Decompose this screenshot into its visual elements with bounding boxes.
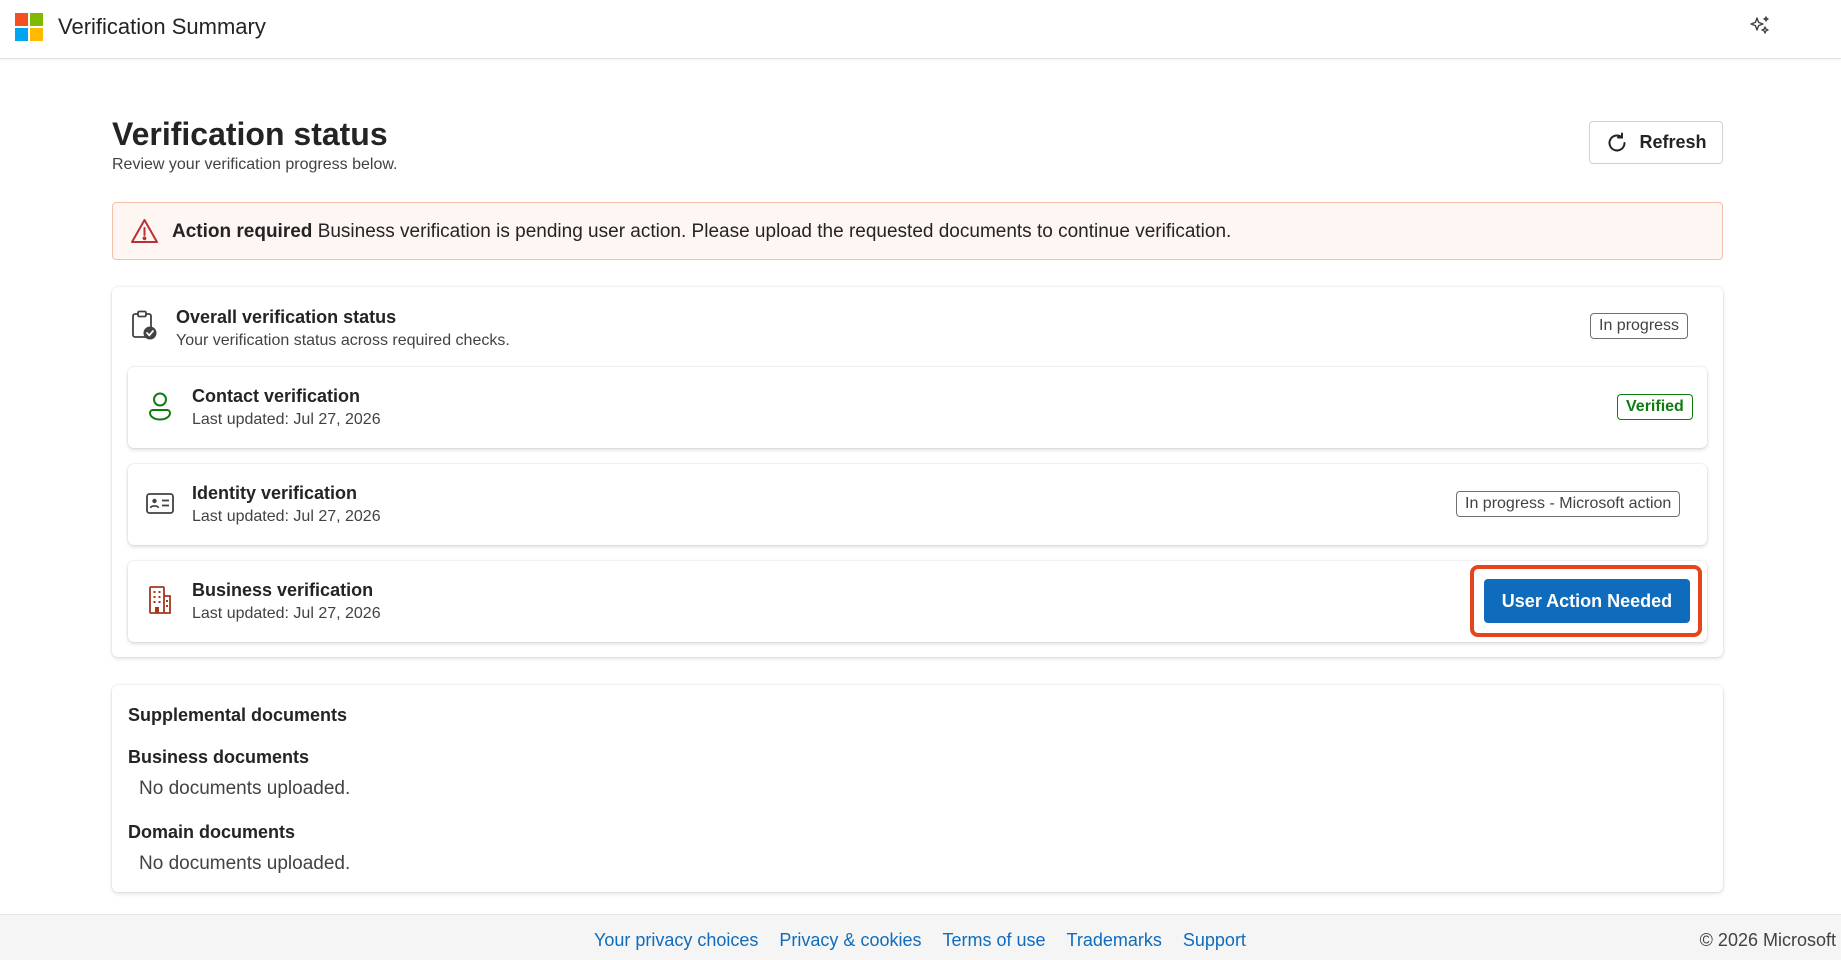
status-badge: Verified (1617, 394, 1693, 420)
page-subtitle: Review your verification progress below. (112, 156, 398, 173)
status-badge: In progress - Microsoft action (1456, 491, 1681, 517)
microsoft-logo (15, 13, 43, 41)
footer-link-privacy-cookies[interactable]: Privacy & cookies (779, 930, 921, 951)
footer-link-privacy-choices[interactable]: Your privacy choices (594, 930, 758, 951)
sparkle-icon[interactable] (1748, 14, 1772, 38)
domain-documents-title: Domain documents (128, 822, 296, 842)
check-updated: Last updated: Jul 27, 2026 (192, 605, 381, 622)
copyright: © 2026 Microsoft (1699, 930, 1836, 950)
footer-link-trademarks[interactable]: Trademarks (1067, 930, 1162, 951)
alert-title: Action required (172, 221, 313, 242)
check-row-identity: Identity verification Last updated: Jul … (128, 464, 1707, 545)
check-row-contact: Contact verification Last updated: Jul 2… (128, 367, 1707, 448)
check-title: Business verification (192, 580, 374, 600)
warning-icon (131, 219, 158, 243)
check-updated: Last updated: Jul 27, 2026 (192, 508, 381, 525)
check-title: Contact verification (192, 386, 361, 406)
overall-status-subtitle: Your verification status across required… (176, 332, 510, 349)
domain-documents-empty: No documents uploaded. (139, 853, 351, 874)
overall-status-badge: In progress (1590, 313, 1689, 339)
refresh-button[interactable]: Refresh (1589, 121, 1723, 164)
building-icon (149, 586, 171, 614)
footer: Your privacy choices Privacy & cookies T… (0, 914, 1841, 960)
business-documents-title: Business documents (128, 747, 310, 767)
supplemental-documents-card: Supplemental documents Business document… (112, 685, 1723, 892)
alert-text: Action required Business verification is… (172, 221, 1231, 243)
clipboard-check-icon (132, 310, 157, 340)
check-title: Identity verification (192, 483, 358, 503)
overall-status-title: Overall verification status (176, 307, 397, 327)
page-title: Verification status (112, 116, 388, 152)
check-updated: Last updated: Jul 27, 2026 (192, 411, 381, 428)
footer-link-terms[interactable]: Terms of use (942, 930, 1045, 951)
action-required-alert: Action required Business verification is… (112, 202, 1723, 260)
alert-message: Business verification is pending user ac… (317, 221, 1232, 242)
user-action-needed-button[interactable]: User Action Needed (1484, 579, 1690, 623)
refresh-label: Refresh (1639, 132, 1707, 152)
footer-link-support[interactable]: Support (1183, 930, 1246, 951)
app-title: Verification Summary (58, 14, 266, 39)
business-documents-empty: No documents uploaded. (139, 778, 351, 799)
person-icon (149, 392, 171, 421)
top-bar: Verification Summary (0, 0, 1841, 59)
refresh-icon (1609, 132, 1626, 151)
footer-links: Your privacy choices Privacy & cookies T… (594, 930, 1246, 951)
documents-title: Supplemental documents (128, 705, 348, 725)
id-card-icon (146, 493, 174, 514)
